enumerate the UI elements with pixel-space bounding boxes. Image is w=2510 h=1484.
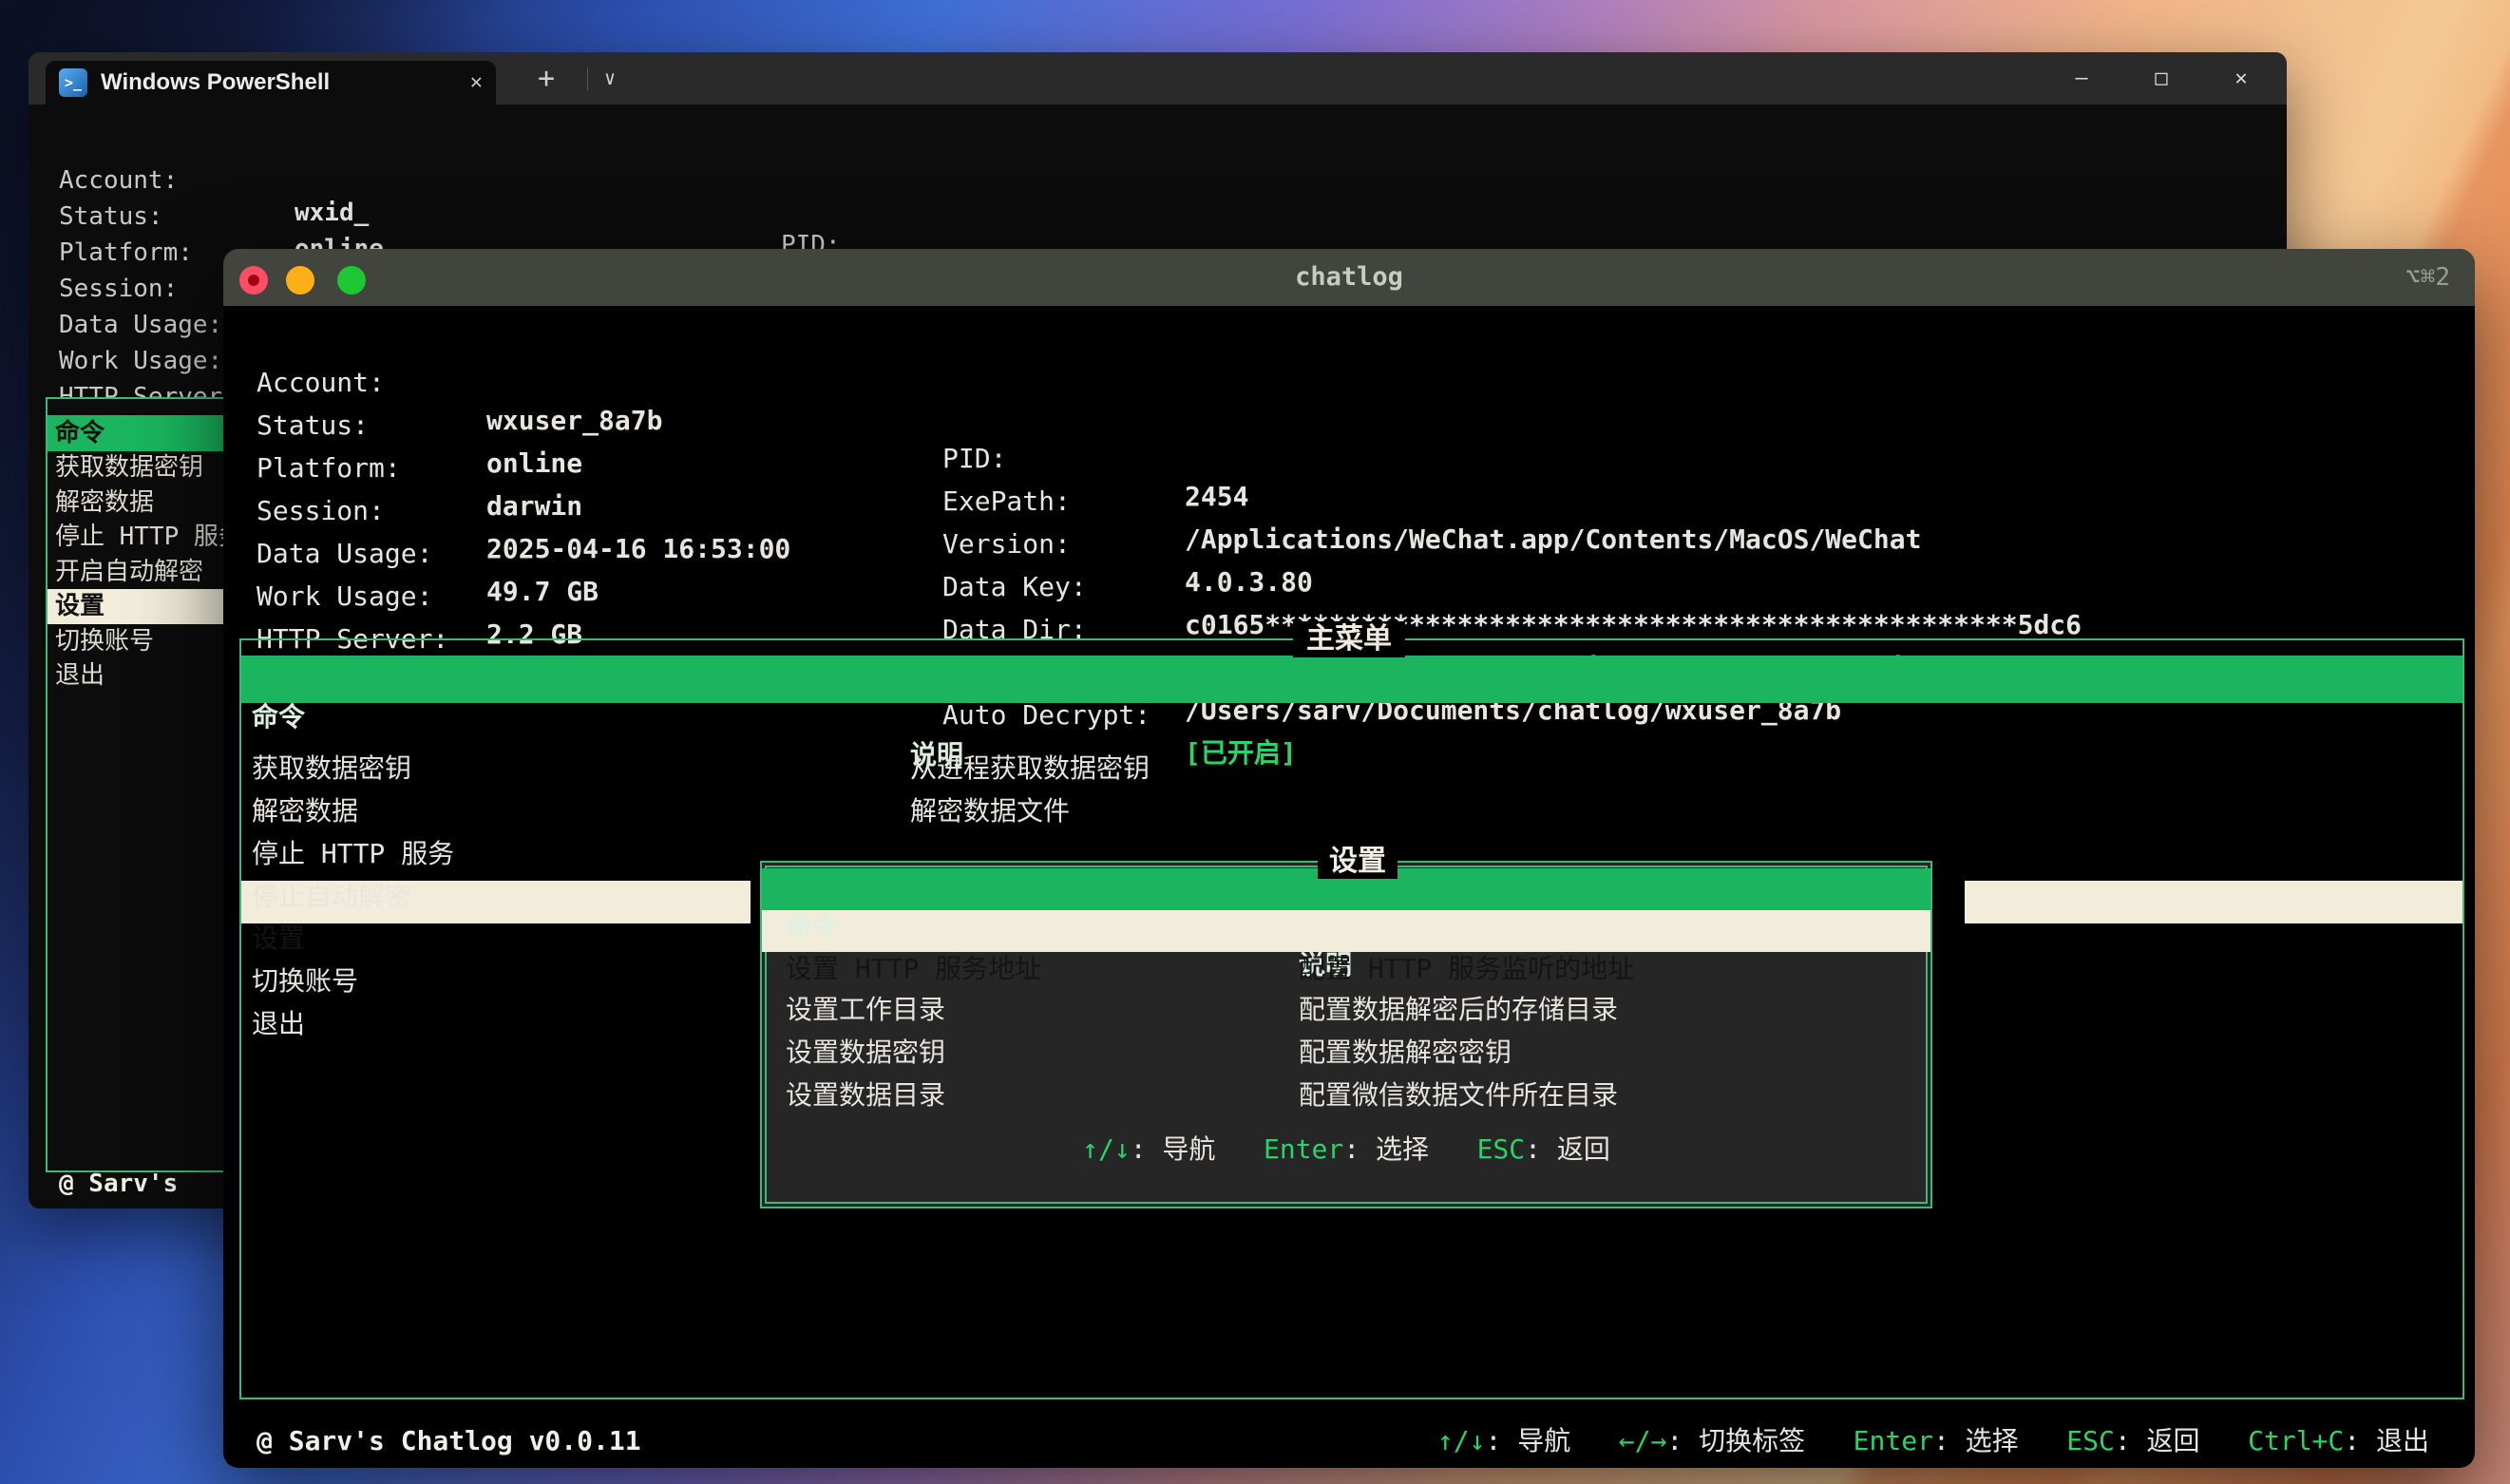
new-tab-button[interactable]: +	[538, 52, 555, 105]
info-row: Platform: windows Version: 4.0.3.36	[29, 204, 1154, 364]
info-row: Data Usage:	[29, 276, 222, 339]
tab-divider	[587, 67, 588, 90]
settings-dialog: 设置 命令 说明 设置 HTTP 服务地址 配置 HTTP 服务监听的地址 设置工…	[751, 839, 1965, 1223]
dialog-row[interactable]: 设置数据目录 配置微信数据文件所在目录	[762, 1038, 1618, 1111]
info-row: Session: 2025-04-16 16:53:00 Data Key: *…	[29, 240, 1630, 400]
dialog-row-selected[interactable]: 设置 HTTP 服务地址 配置 HTTP 服务监听的地址	[762, 912, 1634, 984]
info-row: HTTP Server:	[29, 349, 238, 411]
window-title: chatlog	[1295, 262, 1403, 292]
desktop-wallpaper: >_ Windows PowerShell ✕ + ∨ – □ ✕ Accoun…	[0, 0, 2510, 1484]
powershell-tab-title: Windows PowerShell	[101, 69, 331, 95]
tab-dropdown-icon[interactable]: ∨	[604, 52, 616, 105]
settings-dialog-box: 命令 说明 设置 HTTP 服务地址 配置 HTTP 服务监听的地址 设置工作目录…	[760, 861, 1932, 1208]
menu-row[interactable]: 解密数据 解密数据文件	[241, 754, 1070, 827]
value: /Applications/WeChat.app/Contents/MacOS/…	[1185, 523, 1922, 555]
menu-row[interactable]: 停止自动解密	[241, 840, 411, 912]
dialog-row[interactable]: 设置数据密钥 配置数据解密密钥	[762, 996, 1512, 1068]
maximize-button[interactable]: □	[2121, 52, 2201, 105]
info-row: Data Usage: 49.7 GB Data Dir: /Users/sar…	[223, 497, 2369, 683]
menu-row[interactable]: 退出	[241, 967, 370, 1039]
info-row: Status: online ExePath: C:\Program Files…	[29, 168, 1660, 328]
dialog-row[interactable]: 设置工作目录 配置数据解密后的存储目录	[762, 953, 1618, 1025]
label: Version:	[942, 528, 1071, 560]
info-row: Status: online ExePath: /Applications/We…	[223, 369, 1921, 555]
info-row: Account: wxuser_8a7b PID: 2454	[223, 326, 1248, 512]
info-row: Work Usage:	[29, 313, 222, 375]
ps-statusbar-text: @ Sarv's	[59, 1170, 179, 1198]
powershell-icon: >_	[59, 68, 87, 97]
main-menu-header: 命令 说明	[241, 660, 963, 771]
close-button[interactable]: ✕	[2201, 52, 2281, 105]
minimize-button[interactable]: –	[2042, 52, 2121, 105]
menu-row[interactable]: 切换账号	[241, 924, 370, 997]
value: wxid_	[295, 199, 370, 227]
info-row: HTTP Server: [已启动] [127.0.0.1:5030] Auto…	[223, 582, 1297, 769]
app-version-text: @ Sarv's Chatlog v0.0.11	[257, 1425, 641, 1456]
window-shortcut: ⌥⌘2	[2405, 263, 2450, 292]
menu-row[interactable]: 停止 HTTP 服务停止本地 HTTP & MCP 服务器	[241, 797, 1288, 869]
value: 49.7 GB	[486, 576, 599, 607]
value: wxuser_8a7b	[486, 405, 663, 436]
info-row: Session: 2025-04-16 16:53:00 Data Key: c…	[223, 454, 2082, 640]
dialog-header: 命令 说明	[762, 870, 1352, 980]
label: Data Key:	[942, 571, 1087, 602]
label: PID:	[942, 443, 1007, 474]
statusbar-key-hints: ↑/↓: 导航 ←/→: 切换标签 Enter: 选择 ESC: 返回 Ctrl…	[1436, 1425, 2429, 1456]
value: 2454	[1185, 481, 1249, 512]
main-menu-title: 主菜单	[1293, 621, 1405, 657]
settings-dialog-title: 设置	[1318, 845, 1398, 879]
powershell-titlebar: >_ Windows PowerShell ✕ + ∨ – □ ✕	[29, 52, 2287, 105]
menu-row[interactable]: 获取数据密钥 从进程获取数据密钥	[241, 712, 1150, 784]
main-menu-header-band	[241, 656, 2462, 703]
menu-row-selected[interactable]: 设置	[241, 882, 370, 954]
value: online	[486, 447, 583, 479]
value: 4.0.3.80	[1185, 566, 1313, 598]
info-row: Account: wxid_ PID: 14176	[29, 132, 1110, 292]
info-row: Work Usage: 2.2 GB Work Dir: /Users/sarv…	[223, 540, 1841, 726]
chatlog-titlebar[interactable]: chatlog ⌥⌘2	[223, 249, 2475, 306]
value: 2025-04-16 16:53:00	[486, 533, 791, 564]
window-controls: – □ ✕	[2042, 52, 2281, 105]
powershell-tab[interactable]: >_ Windows PowerShell ✕	[46, 61, 496, 105]
info-row: Platform: darwin Version: 4.0.3.80	[223, 411, 1313, 598]
value: darwin	[486, 490, 583, 522]
label: ExePath:	[942, 485, 1071, 517]
dialog-key-hints: ↑/↓: 导航 Enter: 选择 ESC: 返回	[1082, 1133, 1610, 1165]
tab-close-icon[interactable]: ✕	[470, 61, 483, 105]
chatlog-window: chatlog ⌥⌘2 Account: wxuser_8a7b PID: 24…	[223, 249, 2475, 1468]
